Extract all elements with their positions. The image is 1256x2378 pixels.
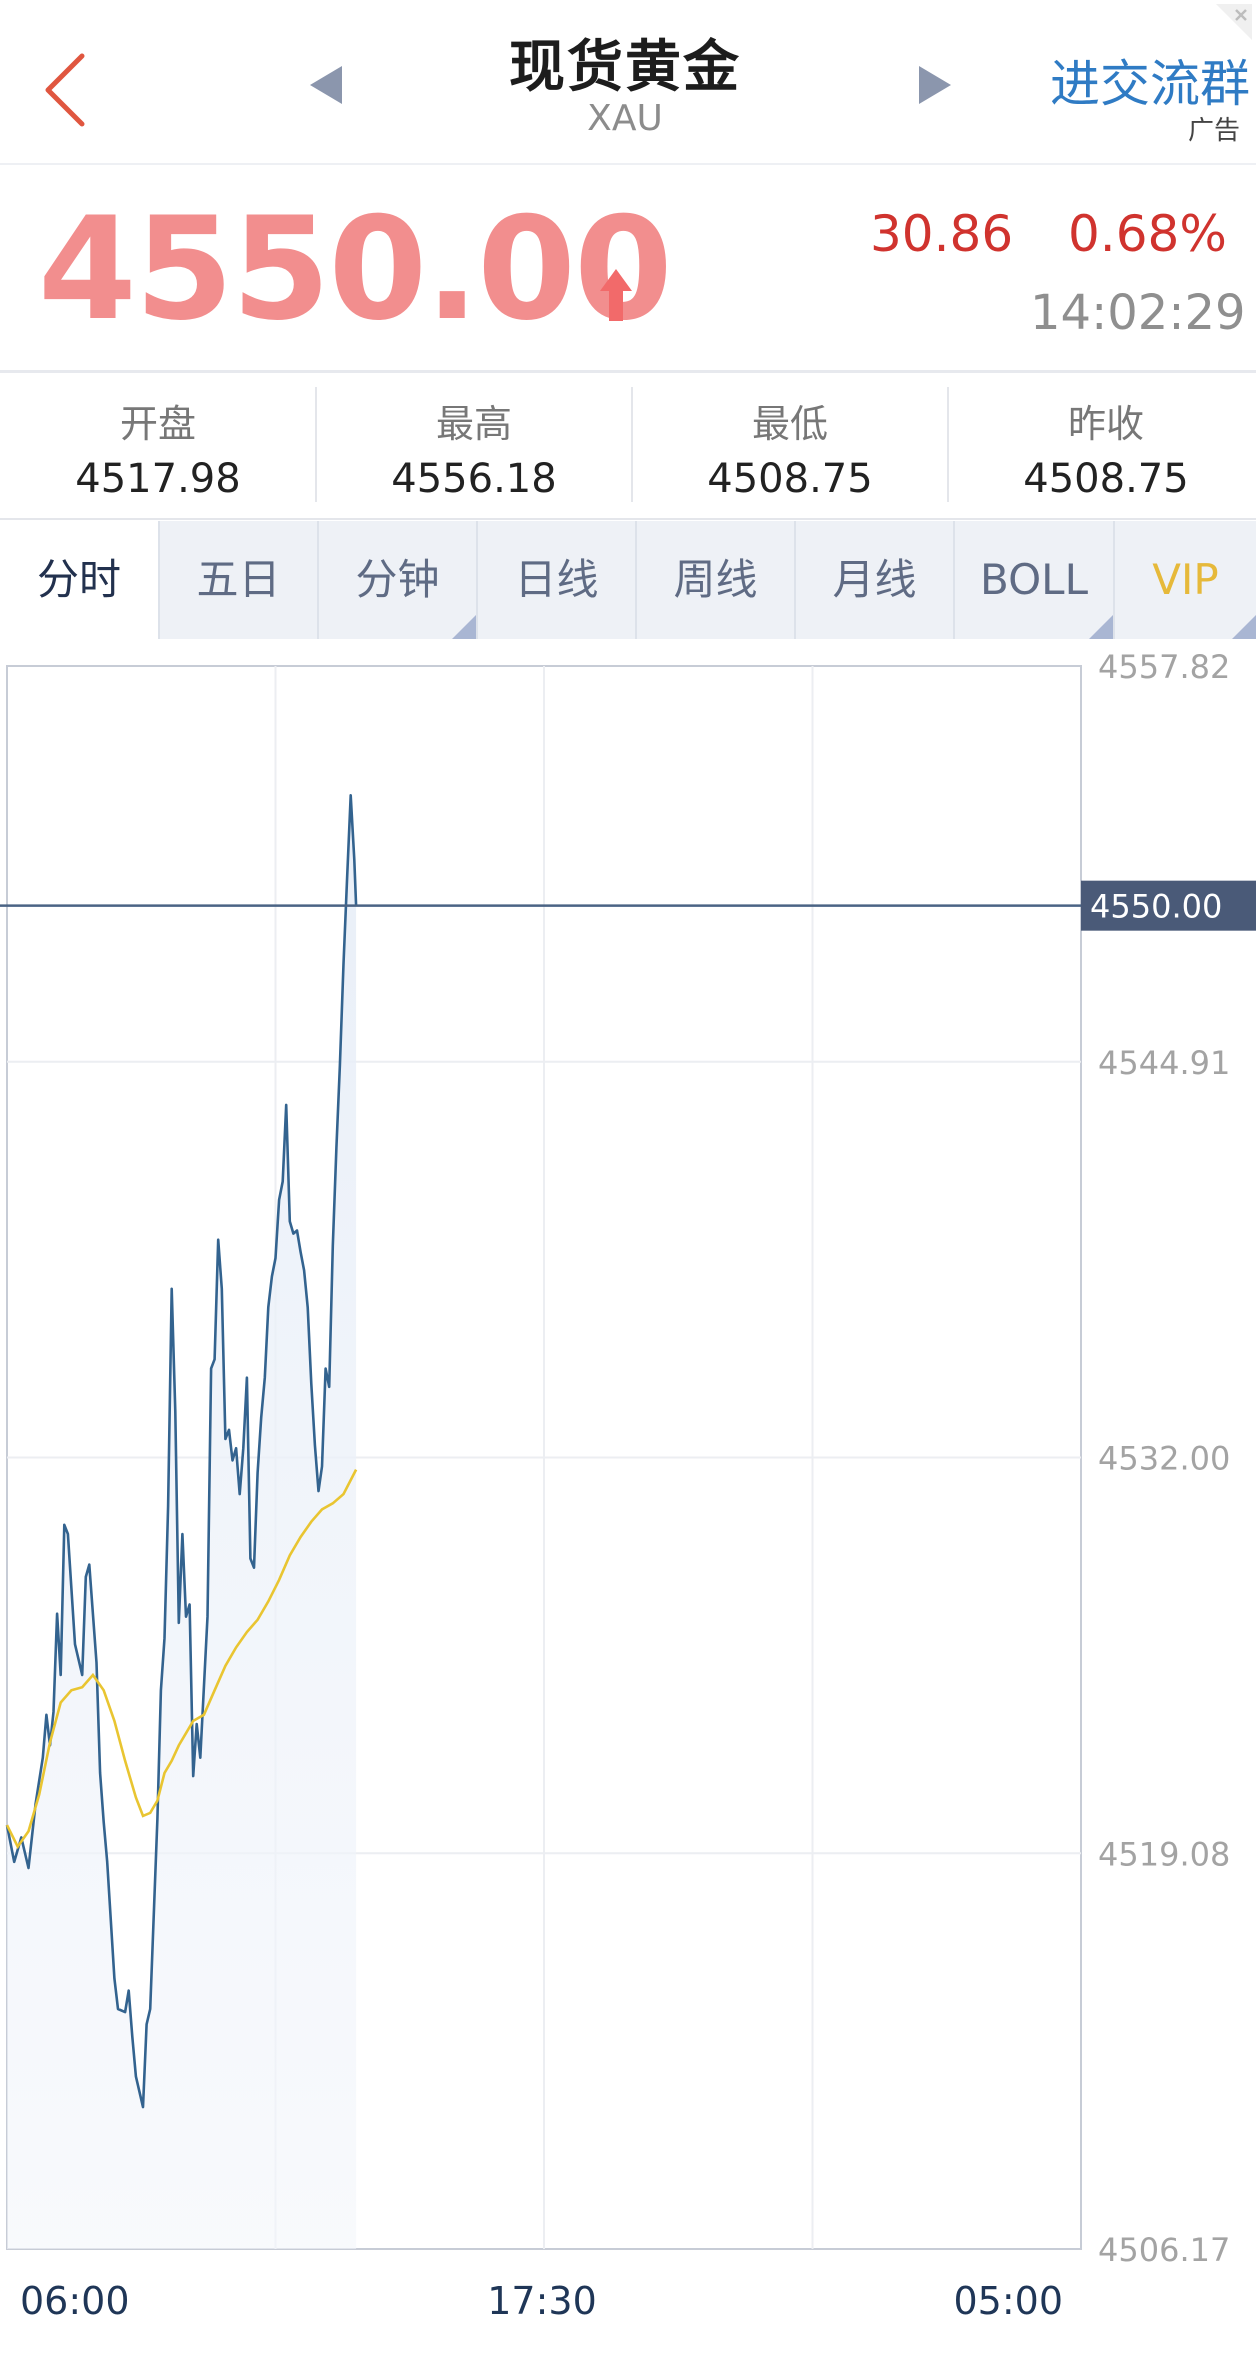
stat-label: 昨收	[1067, 402, 1144, 446]
stat-high: 最高 4556.18	[316, 373, 632, 518]
ad-label: 广告	[1187, 116, 1240, 146]
x-tick-label: 06:00	[20, 2279, 130, 2323]
tab-label: VIP	[1152, 555, 1219, 604]
tab-weekly[interactable]: 周线	[635, 521, 794, 639]
tab-label: 分钟	[355, 555, 440, 604]
prev-instrument-icon[interactable]	[306, 60, 346, 110]
stat-value: 4508.75	[707, 456, 873, 502]
stat-open: 开盘 4517.98	[0, 373, 316, 518]
y-tick-label: 4532.00	[1098, 1440, 1230, 1478]
price-up-icon	[600, 269, 632, 321]
chart-canvas: 4557.82 4544.91 4532.00 4519.08 4506.17 06:00…	[0, 648, 1256, 2323]
chart-period-tabs: 分时 五日 分钟 日线 周线 月线 BOLL VIP	[0, 521, 1256, 639]
price-change: 30.86	[870, 205, 1014, 263]
y-tick-label: 4544.91	[1098, 1044, 1230, 1082]
tab-intraday[interactable]: 分时	[0, 521, 158, 639]
price-change-percent: 0.68%	[1068, 205, 1227, 263]
daily-stats-row: 开盘 4517.98 最高 4556.18 最低 4508.75 昨收 4508…	[0, 373, 1256, 520]
dropdown-corner-icon	[1089, 615, 1113, 639]
dropdown-corner-icon	[452, 615, 476, 639]
current-price-label: 4550.00	[1090, 888, 1222, 926]
stat-value: 4508.75	[1023, 456, 1189, 502]
back-icon[interactable]	[38, 50, 108, 130]
stat-value: 4517.98	[75, 456, 241, 502]
tab-vip[interactable]: VIP	[1113, 521, 1256, 639]
stat-label: 开盘	[119, 402, 196, 446]
join-group-link[interactable]: 进交流群	[1010, 44, 1250, 116]
x-tick-label: 05:00	[953, 2279, 1063, 2323]
stat-value: 4556.18	[391, 456, 557, 502]
dropdown-corner-icon	[1232, 615, 1256, 639]
stat-low: 最低 4508.75	[632, 373, 948, 518]
instrument-symbol: XAU	[587, 98, 663, 139]
tab-monthly[interactable]: 月线	[794, 521, 953, 639]
tab-minute[interactable]: 分钟	[317, 521, 476, 639]
page-title: 现货黄金	[509, 35, 741, 100]
close-ad-icon[interactable]	[1212, 4, 1252, 40]
tab-daily[interactable]: 日线	[476, 521, 635, 639]
y-tick-label: 4557.82	[1098, 648, 1230, 686]
quote-time: 14:02:29	[1030, 285, 1246, 341]
stat-prev-close: 昨收 4508.75	[948, 373, 1256, 518]
tab-five-day[interactable]: 五日	[158, 521, 317, 639]
price-quote-panel: 4550.00 30.86 0.68% 14:02:29	[0, 165, 1256, 373]
intraday-chart[interactable]: 4557.82 4544.91 4532.00 4519.08 4506.17 06:00…	[0, 639, 1256, 2374]
tab-boll[interactable]: BOLL	[953, 521, 1113, 639]
x-tick-label: 17:30	[487, 2279, 597, 2323]
stat-label: 最高	[435, 402, 512, 446]
y-tick-label: 4519.08	[1098, 1835, 1230, 1873]
tab-label: BOLL	[980, 555, 1088, 604]
y-tick-label: 4506.17	[1098, 2231, 1230, 2269]
top-nav-bar: 现货黄金 XAU 进交流群 广告	[0, 0, 1256, 165]
next-instrument-icon[interactable]	[915, 60, 955, 110]
stat-label: 最低	[751, 402, 828, 446]
current-price: 4550.00	[38, 187, 673, 352]
price-area-fill	[7, 795, 357, 2249]
